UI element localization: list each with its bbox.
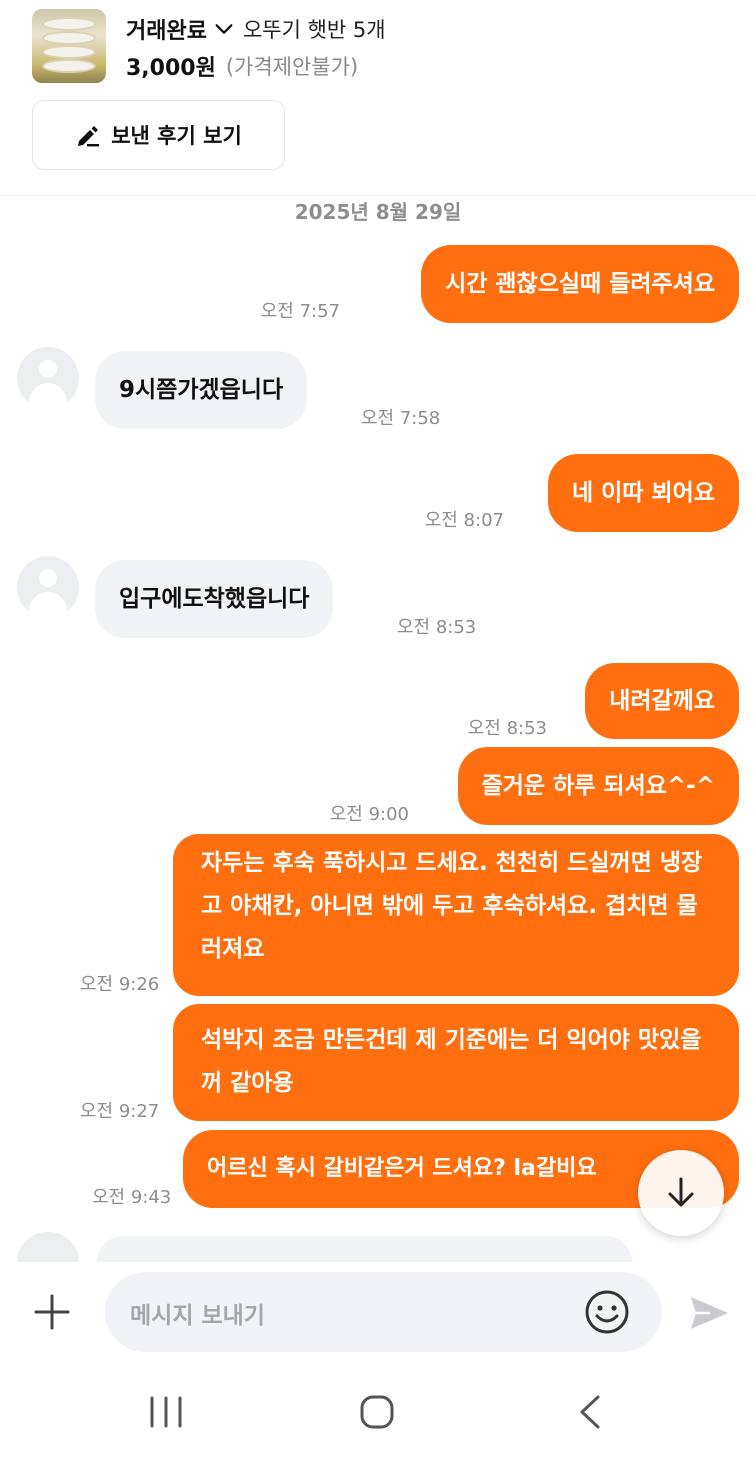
message-time: 오전 8:53 <box>397 617 477 638</box>
title-row: 거래완료 오뚜기 햇반 5개 <box>126 12 386 46</box>
send-icon[interactable] <box>688 1292 730 1334</box>
view-sent-review-button[interactable]: 보낸 후기 보기 <box>32 100 285 170</box>
product-thumbnail[interactable] <box>32 9 106 83</box>
outgoing-message[interactable]: 즐거운 하루 되셔요^-^ <box>457 747 739 825</box>
outgoing-message[interactable]: 네 이따 뵈어요 <box>548 454 739 532</box>
message-placeholder: 메시지 보내기 <box>130 1303 265 1329</box>
home-icon[interactable] <box>359 1394 395 1430</box>
message-time: 오전 9:27 <box>80 1101 160 1122</box>
arrow-down-icon <box>668 1177 694 1207</box>
message-time: 오전 7:58 <box>361 408 441 429</box>
chat-screen: 거래완료 오뚜기 햇반 5개 3,000원 (가격제안불가) 보낸 후기 보기 … <box>0 0 756 1457</box>
message-time: 오전 9:00 <box>329 804 409 825</box>
price-row: 3,000원 (가격제안불가) <box>126 50 358 82</box>
pencil-icon <box>78 126 100 147</box>
avatar[interactable] <box>17 347 79 409</box>
incoming-message[interactable]: 9시쯤가겠읍니다 <box>95 351 308 429</box>
message-time: 오전 7:57 <box>260 301 340 322</box>
avatar[interactable] <box>17 1232 79 1262</box>
message-input-bar: 메시지 보내기 <box>0 1262 756 1362</box>
product-price: 3,000원 <box>126 56 216 81</box>
trade-status-dropdown[interactable]: 거래완료 <box>126 13 207 45</box>
incoming-message-partial <box>97 1236 632 1262</box>
date-separator: 2025년 8월 29일 <box>294 200 462 224</box>
message-time: 오전 9:26 <box>80 974 160 995</box>
smiley-icon[interactable] <box>583 1288 631 1336</box>
avatar[interactable] <box>17 556 79 618</box>
product-name[interactable]: 오뚜기 햇반 5개 <box>243 14 386 44</box>
review-button-label: 보낸 후기 보기 <box>111 124 242 148</box>
message-input[interactable]: 메시지 보내기 <box>105 1272 662 1352</box>
chevron-down-icon[interactable] <box>213 18 235 40</box>
message-time: 오전 8:53 <box>467 718 547 739</box>
scroll-to-bottom-button[interactable] <box>638 1150 724 1236</box>
trade-header: 거래완료 오뚜기 햇반 5개 3,000원 (가격제안불가) 보낸 후기 보기 <box>0 0 756 195</box>
outgoing-message[interactable]: 자두는 후숙 푹하시고 드세요. 천천히 드실꺼면 냉장고 야채칸, 아니면 밖… <box>173 834 739 996</box>
back-icon[interactable] <box>574 1394 604 1430</box>
recent-apps-icon[interactable] <box>146 1396 186 1428</box>
outgoing-message[interactable]: 내려갈께요 <box>585 663 739 739</box>
plus-icon[interactable] <box>32 1292 72 1332</box>
price-note: (가격제안불가) <box>225 55 359 79</box>
outgoing-message[interactable]: 석박지 조금 만든건데 제 기준에는 더 익어야 맛있을꺼 같아용 <box>173 1004 739 1121</box>
system-nav-bar <box>0 1362 756 1457</box>
message-time: 오전 8:07 <box>424 510 504 531</box>
incoming-message[interactable]: 입구에도착했읍니다 <box>95 560 334 638</box>
outgoing-message[interactable]: 시간 괜찮으실때 들려주셔요 <box>421 245 739 323</box>
message-time: 오전 9:43 <box>92 1187 172 1208</box>
